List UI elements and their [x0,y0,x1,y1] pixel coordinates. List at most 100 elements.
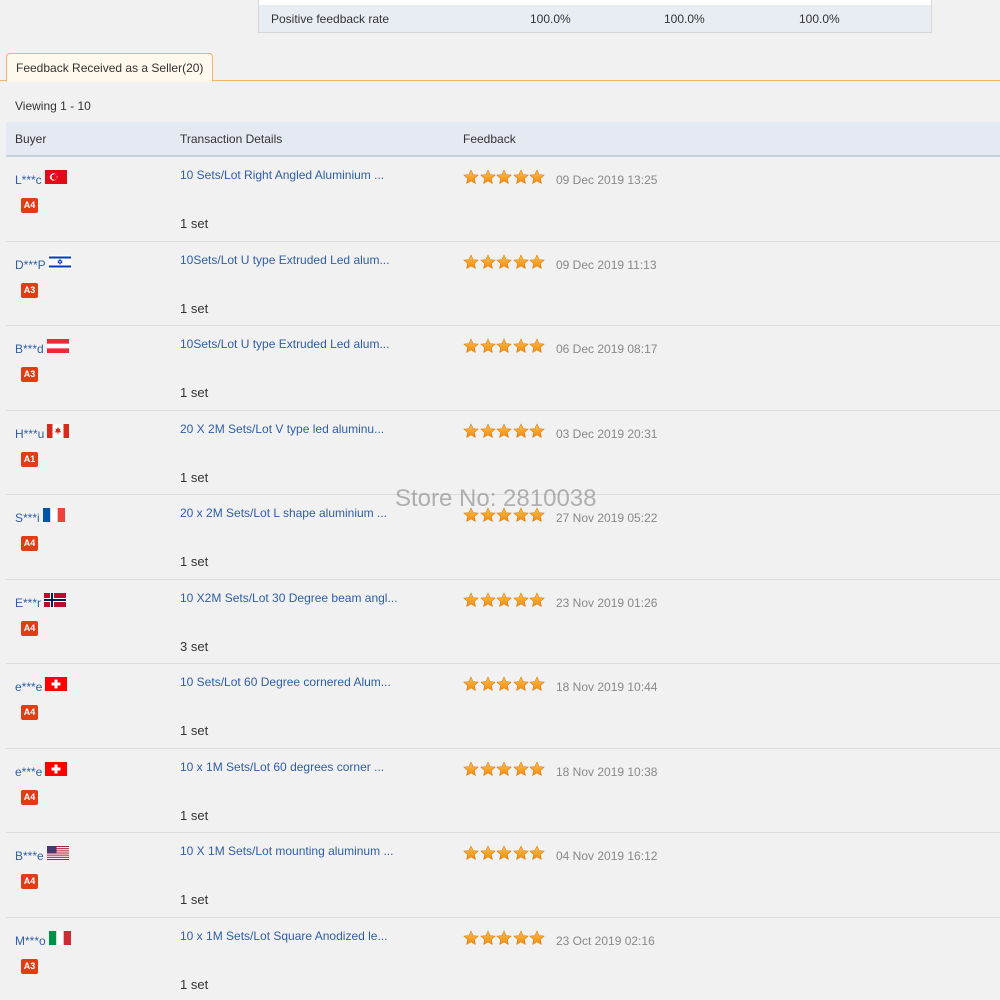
star-icon [496,929,512,946]
buyer-name[interactable]: L***c [15,173,42,187]
summary-value-2: 100.0% [664,12,705,26]
star-icon [529,253,545,270]
transaction-quantity: 1 set [180,554,209,569]
summary-value-1: 100.0% [530,12,571,26]
feedback-summary-table: Positive feedback rate 100.0% 100.0% 100… [258,0,932,33]
tab-feedback-as-seller[interactable]: Feedback Received as a Seller(20) [6,53,214,82]
france-flag-icon [42,508,65,522]
column-header-feedback: Feedback [463,132,516,146]
buyer-name[interactable]: D***P [15,258,46,272]
buyer-level-badge: A3 [21,282,38,298]
star-icon [512,591,529,608]
buyer-cell: E***r [15,590,67,610]
buyer-name[interactable]: e***e [15,765,42,779]
buyer-level-badge: A3 [21,958,38,974]
transaction-quantity: 1 set [180,976,209,992]
feedback-date: 23 Nov 2019 01:26 [556,595,658,610]
buyer-name[interactable]: S***i [15,511,40,525]
summary-label: Positive feedback rate [271,12,390,26]
buyer-cell: B***e [15,843,69,863]
table-row: D***P A3 10Sets/Lot U type Extruded Led al… [6,242,1000,326]
star-icon [496,253,512,270]
transaction-item-link[interactable]: 10 X 1M Sets/Lot mounting aluminum ... [180,844,393,858]
star-icon [463,760,479,777]
table-row: M***o A3 10 x 1M Sets/Lot Square Anodized … [6,918,1000,1000]
star-icon [512,422,529,439]
feedback-tabs: Feedback Received as a Seller(20) [0,53,1000,82]
feedback-table-body: L***c A4 10 Sets/Lot Right Angled Aluminiu… [6,157,1000,1000]
buyer-cell: L***c [15,167,67,187]
buyer-level-badge: A4 [21,705,38,720]
star-icon [463,929,479,946]
star-icon [496,169,512,185]
star-icon [529,338,545,354]
star-icon [496,422,512,439]
norway-flag-icon [44,592,67,607]
transaction-quantity: 3 set [180,638,209,654]
star-icon [512,169,529,185]
feedback-table-header: Buyer Transaction Details Feedback [6,122,1000,157]
star-icon [479,929,496,946]
star-rating [463,169,546,185]
star-icon [529,676,545,692]
star-icon [463,591,479,608]
transaction-quantity: 1 set [180,807,209,823]
austria-flag-icon [46,339,69,353]
buyer-cell: D***P [15,252,71,272]
buyer-cell: M***o [15,928,71,948]
buyer-level-badge: A4 [21,874,38,889]
transaction-item-link[interactable]: 10Sets/Lot U type Extruded Led alum... [180,337,389,351]
star-icon [512,338,529,354]
feedback-date: 04 Nov 2019 16:12 [556,849,658,863]
star-icon [479,169,496,185]
table-row: E***r A4 10 X2M Sets/Lot 30 Degree beam an… [6,580,1000,664]
transaction-item-link[interactable]: 10 X2M Sets/Lot 30 Degree beam angl... [180,591,397,605]
buyer-cell: e***e [15,674,68,694]
switzerland-flag-icon [45,761,68,776]
star-icon [479,760,496,777]
buyer-cell: e***e [15,759,68,779]
store-watermark: Store No: 2810038 [395,485,597,512]
canada-flag-icon [47,423,70,438]
star-icon [529,760,545,777]
switzerland-flag-icon [45,677,68,691]
turkey-flag-icon [44,170,67,184]
transaction-item-link[interactable]: 10 Sets/Lot Right Angled Aluminium ... [180,168,384,182]
buyer-name[interactable]: H***u [15,427,44,441]
table-row: B***d A3 10Sets/Lot U type Extruded Led al… [6,326,1000,411]
transaction-item-link[interactable]: 20 x 2M Sets/Lot L shape aluminium ... [180,506,387,520]
transaction-item-link[interactable]: 20 X 2M Sets/Lot V type led aluminu... [180,422,384,436]
italy-flag-icon [48,930,71,945]
feedback-date: 03 Dec 2019 20:31 [556,426,658,441]
buyer-name[interactable]: E***r [15,596,41,610]
star-icon [512,253,529,270]
transaction-item-link[interactable]: 10 x 1M Sets/Lot Square Anodized le... [180,929,387,943]
table-row: B***e A4 10 X 1M Sets/Lot mounting aluminu… [6,833,1000,918]
star-rating [463,929,546,946]
transaction-item-link[interactable]: 10Sets/Lot U type Extruded Led alum... [180,253,389,267]
feedback-date: 18 Nov 2019 10:38 [556,764,658,779]
star-rating [463,422,546,439]
buyer-level-badge: A4 [21,620,38,636]
column-header-transaction: Transaction Details [180,132,283,146]
transaction-item-link[interactable]: 10 x 1M Sets/Lot 60 degrees corner ... [180,760,384,774]
buyer-level-badge: A1 [21,451,38,467]
transaction-quantity: 1 set [180,385,209,400]
star-icon [529,169,545,185]
transaction-quantity: 1 set [180,216,209,231]
star-icon [463,253,479,270]
buyer-name[interactable]: B***e [15,849,44,863]
viewing-range: Viewing 1 - 10 [15,99,91,113]
table-row: L***c A4 10 Sets/Lot Right Angled Aluminiu… [6,157,1000,242]
buyer-name[interactable]: B***d [15,342,44,356]
buyer-level-badge: A4 [21,536,38,551]
usa-flag-icon [46,846,69,860]
buyer-name[interactable]: M***o [15,934,46,948]
star-icon [496,760,512,777]
star-rating [463,253,546,270]
positive-feedback-rate-row: Positive feedback rate 100.0% 100.0% 100… [259,5,931,32]
star-icon [529,845,545,861]
transaction-item-link[interactable]: 10 Sets/Lot 60 Degree cornered Alum... [180,675,391,689]
buyer-name[interactable]: e***e [15,680,42,694]
star-icon [512,760,529,777]
